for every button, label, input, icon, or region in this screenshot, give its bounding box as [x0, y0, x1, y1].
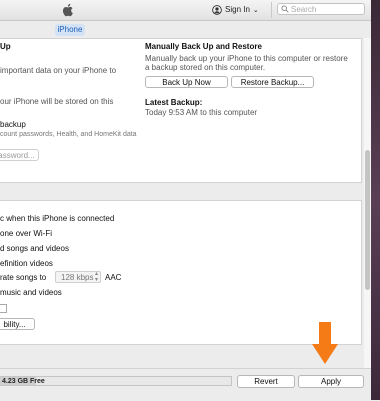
chevron-down-icon: ⌄	[252, 6, 259, 14]
search-placeholder: Search	[291, 4, 317, 14]
manual-backup-desc-line2: a backup stored on this computer.	[145, 63, 266, 72]
apply-button[interactable]: Apply	[298, 375, 364, 388]
encrypt-backup-label[interactable]: backup	[0, 120, 26, 129]
search-icon	[281, 5, 289, 13]
search-input[interactable]: Search	[277, 3, 365, 15]
latest-backup-label: Latest Backup:	[145, 98, 203, 107]
storage-bar: 4.23 GB Free	[0, 376, 232, 386]
manual-backup-title: Manually Back Up and Restore	[145, 42, 262, 51]
sign-in-label: Sign In	[225, 5, 250, 14]
desktop-edge	[371, 0, 380, 400]
option-checked-songs[interactable]: d songs and videos	[0, 244, 69, 253]
revert-button[interactable]: Revert	[237, 375, 295, 388]
bitrate-value: 128 kbps	[61, 273, 94, 282]
change-password-button[interactable]: assword...	[0, 149, 39, 161]
option-sync-connected[interactable]: c when this iPhone is connected	[0, 214, 114, 223]
sign-in-button[interactable]: Sign In ⌄	[212, 3, 259, 16]
latest-backup-value: Today 9:53 AM to this computer	[145, 108, 258, 117]
bitrate-select[interactable]: 128 kbps ▴ ▾	[55, 271, 101, 283]
bitrate-format: AAC	[105, 273, 122, 282]
toolbar-divider	[271, 2, 272, 18]
manual-backup-desc-line1: Manually back up your iPhone to this com…	[145, 54, 348, 63]
option-sd-videos[interactable]: efinition videos	[0, 259, 53, 268]
backup-desc-line1: important data on your iPhone to	[0, 66, 117, 75]
arrow-down-icon	[312, 322, 338, 364]
encrypt-backup-desc: count passwords, Health, and HomeKit dat…	[0, 131, 137, 138]
scrollbar-thumb[interactable]	[365, 150, 370, 290]
option-convert-bitrate[interactable]: rate songs to	[0, 273, 46, 282]
option-sync-wifi[interactable]: one over Wi-Fi	[0, 229, 52, 238]
backup-title-fragment: Up	[0, 42, 11, 51]
tab-iphone[interactable]: iPhone	[55, 24, 85, 36]
checkbox[interactable]	[0, 304, 7, 313]
avatar-icon	[212, 4, 222, 15]
stepper-icon: ▴ ▾	[94, 271, 98, 283]
backup-desc-line2: our iPhone will be stored on this	[0, 97, 114, 106]
apple-logo-icon	[62, 3, 73, 17]
back-up-now-button[interactable]: Back Up Now	[145, 76, 228, 88]
storage-free-label: 4.23 GB Free	[2, 378, 45, 385]
option-manual-manage[interactable]: music and videos	[0, 288, 62, 297]
accessibility-button[interactable]: bility...	[0, 318, 35, 330]
restore-backup-button[interactable]: Restore Backup...	[231, 76, 314, 88]
